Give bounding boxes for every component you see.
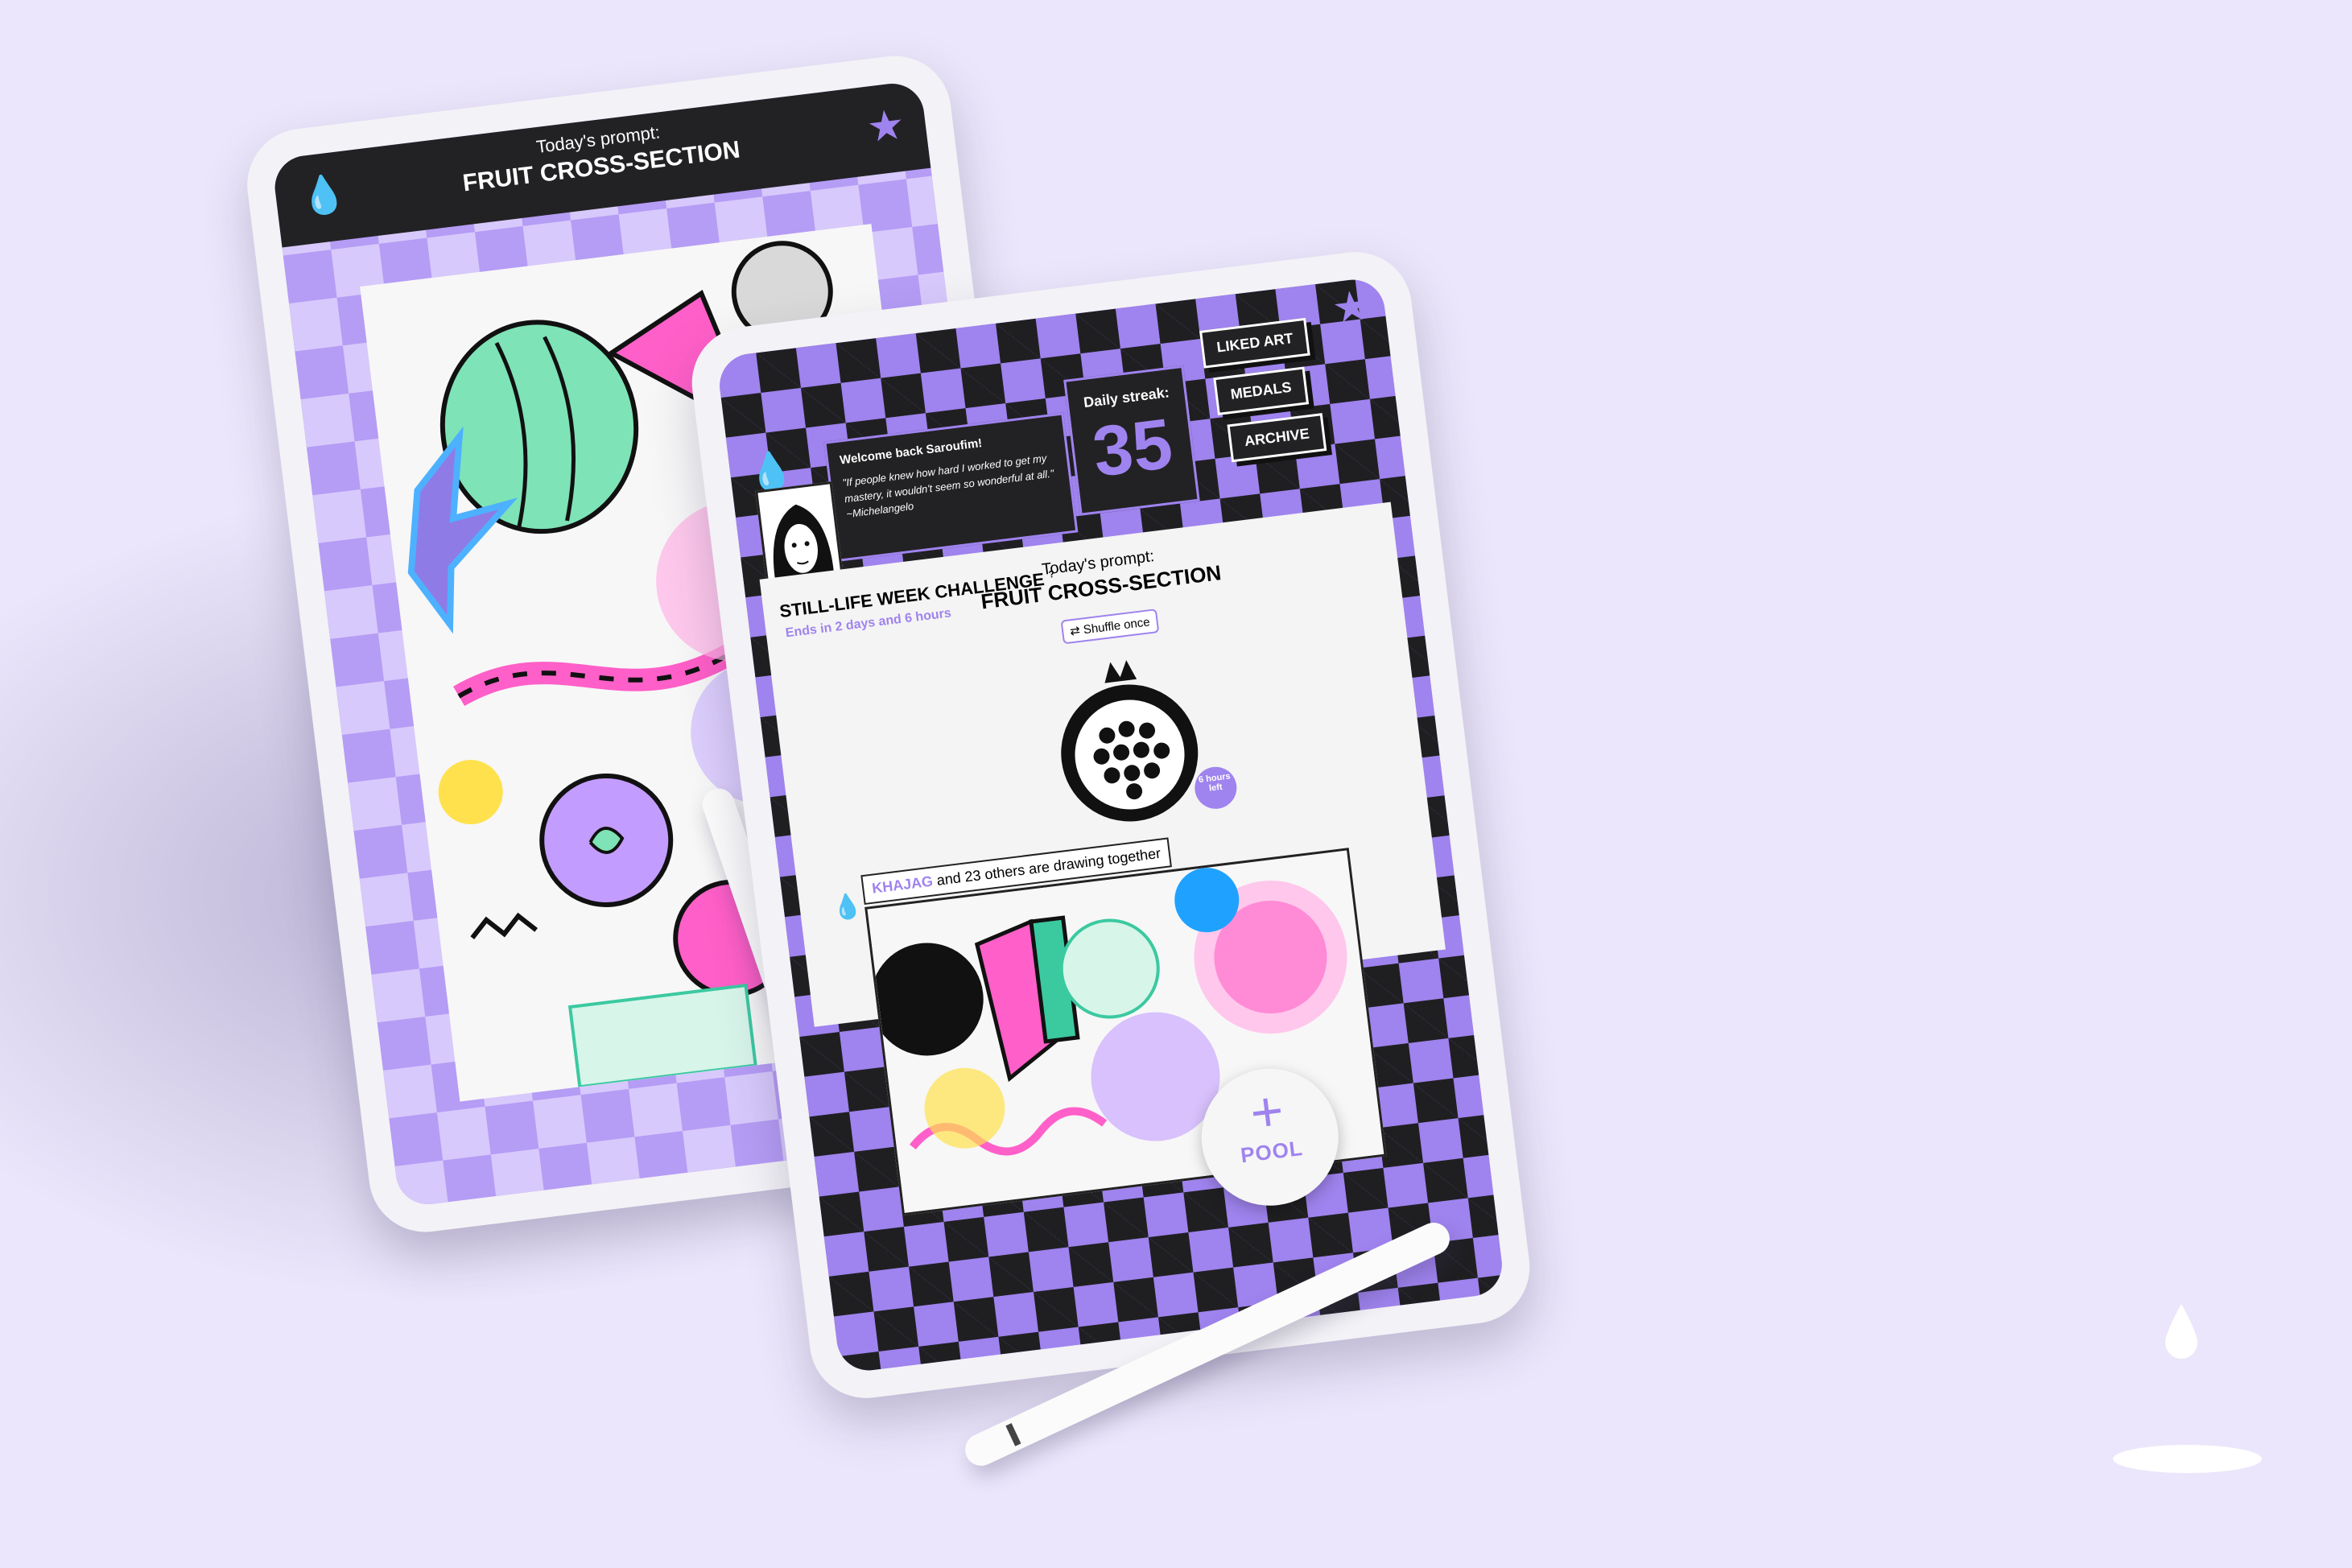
shuffle-icon: ⇄ [1069, 623, 1081, 639]
streak-panel: Daily streak: 35 [1063, 365, 1200, 516]
collab-user[interactable]: KHAJAG [871, 873, 934, 897]
stylus-band [1005, 1423, 1021, 1446]
star-icon[interactable]: ★ [1330, 282, 1372, 332]
streak-value: 35 [1088, 402, 1177, 492]
logo [2165, 1304, 2197, 1360]
front-tablet: 💧 ★ Welcome back Saroufim! "If people kn… [685, 246, 1537, 1405]
shuffle-label: Shuffle once [1082, 615, 1151, 638]
logo-base [2113, 1445, 2262, 1473]
pomegranate-icon [1061, 660, 1199, 822]
drop-icon [2165, 1304, 2197, 1359]
shuffle-button[interactable]: ⇄ Shuffle once [1060, 609, 1160, 645]
drop-icon: 💧 [831, 892, 864, 922]
front-tablet-screen: 💧 ★ Welcome back Saroufim! "If people kn… [716, 276, 1506, 1374]
star-icon[interactable]: ★ [864, 101, 907, 151]
